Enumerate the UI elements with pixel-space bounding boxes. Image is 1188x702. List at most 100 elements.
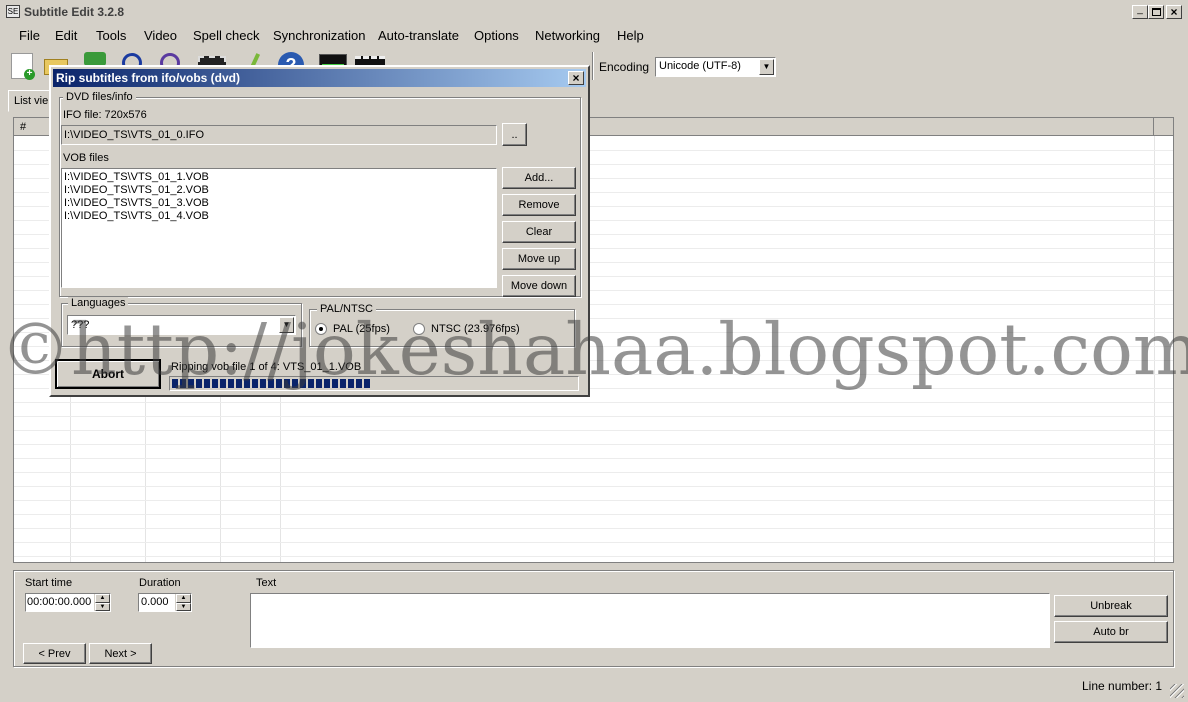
progress-segment (260, 379, 266, 388)
duration-spinner[interactable]: ▲ ▼ (175, 594, 191, 611)
progress-segment (204, 379, 210, 388)
duration-label: Duration (139, 577, 181, 589)
dialog-title-bar[interactable]: Rip subtitles from ifo/vobs (dvd) × (53, 69, 586, 87)
minimize-button[interactable]: _ (1132, 5, 1148, 19)
chevron-down-icon[interactable]: ▼ (279, 317, 294, 333)
browse-ifo-button[interactable]: .. (502, 123, 527, 146)
encoding-value: Unicode (UTF-8) (659, 60, 741, 72)
menu-bar: File Edit Tools Video Spell check Synchr… (0, 24, 1188, 46)
menu-spell-check[interactable]: Spell check (193, 28, 259, 43)
grid-row-line (14, 542, 1173, 543)
languages-dropdown[interactable]: ??? ▼ (67, 315, 296, 335)
resize-grip-icon[interactable] (1170, 684, 1184, 698)
progress-segment (252, 379, 258, 388)
unbreak-button[interactable]: Unbreak (1054, 595, 1168, 617)
prev-button[interactable]: < Prev (23, 643, 86, 664)
menu-synchronization[interactable]: Synchronization (273, 28, 366, 43)
progress-segment (236, 379, 242, 388)
vob-files-list[interactable]: I:\VIDEO_TS\VTS_01_1.VOB I:\VIDEO_TS\VTS… (61, 168, 497, 288)
tab-list-view-label: List vie (14, 95, 49, 107)
duration-value: 0.000 (141, 596, 169, 608)
ntsc-radio[interactable] (413, 323, 425, 335)
toolbar-separator (592, 52, 594, 80)
subtitle-text-area[interactable] (250, 593, 1050, 648)
app-icon: SE (6, 5, 20, 18)
progress-segment (284, 379, 290, 388)
remove-vob-button[interactable]: Remove (502, 194, 576, 216)
grid-row-line (14, 528, 1173, 529)
next-button[interactable]: Next > (89, 643, 152, 664)
clear-vob-button[interactable]: Clear (502, 221, 576, 243)
progress-segment (316, 379, 322, 388)
languages-group-label: Languages (68, 297, 129, 309)
new-file-icon[interactable]: + (8, 51, 38, 81)
window-title: Subtitle Edit 3.2.8 (24, 5, 125, 19)
pal-radio[interactable] (315, 323, 327, 335)
ifo-file-value: I:\VIDEO_TS\VTS_01_0.IFO (64, 129, 204, 141)
progress-segment (340, 379, 346, 388)
vob-files-label: VOB files (63, 152, 109, 164)
encoding-label: Encoding (599, 60, 650, 74)
maximize-button[interactable] (1148, 5, 1164, 19)
progress-segment (180, 379, 186, 388)
start-time-input[interactable]: 00:00:00.000 ▲ ▼ (25, 593, 111, 612)
progress-segment (356, 379, 362, 388)
progress-segment (364, 379, 370, 388)
dialog-close-button[interactable]: × (568, 71, 584, 85)
chevron-down-icon[interactable]: ▼ (759, 59, 774, 75)
maximize-icon (1152, 8, 1161, 16)
encoding-dropdown[interactable]: Unicode (UTF-8) ▼ (655, 57, 776, 77)
grid-column-number[interactable]: # (20, 121, 26, 133)
progress-segment (244, 379, 250, 388)
menu-help[interactable]: Help (617, 28, 644, 43)
vob-file-item[interactable]: I:\VIDEO_TS\VTS_01_3.VOB (64, 197, 209, 209)
rip-dialog: Rip subtitles from ifo/vobs (dvd) × DVD … (49, 65, 590, 397)
vob-file-item[interactable]: I:\VIDEO_TS\VTS_01_2.VOB (64, 184, 209, 196)
progress-segment (196, 379, 202, 388)
grid-row-line (14, 416, 1173, 417)
menu-video[interactable]: Video (144, 28, 177, 43)
grid-row-line (14, 500, 1173, 501)
progress-segment (300, 379, 306, 388)
grid-row-line (14, 486, 1173, 487)
progress-segment (292, 379, 298, 388)
tab-list-view[interactable]: List vie (8, 90, 50, 112)
start-time-label: Start time (25, 577, 73, 589)
abort-button[interactable]: Abort (55, 359, 161, 389)
rip-progress-bar (169, 376, 579, 391)
menu-auto-translate[interactable]: Auto-translate (378, 28, 459, 43)
duration-input[interactable]: 0.000 ▲ ▼ (138, 593, 192, 612)
add-vob-button[interactable]: Add... (502, 167, 576, 189)
progress-segment (324, 379, 330, 388)
grid-row-line (14, 402, 1173, 403)
grid-row-line (14, 556, 1173, 557)
ntsc-label[interactable]: NTSC (23.976fps) (431, 323, 520, 335)
menu-tools[interactable]: Tools (96, 28, 126, 43)
pal-label[interactable]: PAL (25fps) (333, 323, 390, 335)
progress-segment (332, 379, 338, 388)
progress-segment (220, 379, 226, 388)
menu-networking[interactable]: Networking (535, 28, 600, 43)
menu-file[interactable]: File (19, 28, 40, 43)
grid-row-line (14, 430, 1173, 431)
menu-edit[interactable]: Edit (55, 28, 77, 43)
progress-segment (212, 379, 218, 388)
start-time-spinner[interactable]: ▲ ▼ (94, 594, 110, 611)
move-down-button[interactable]: Move down (502, 275, 576, 297)
dialog-title: Rip subtitles from ifo/vobs (dvd) (56, 71, 241, 85)
move-up-button[interactable]: Move up (502, 248, 576, 270)
grid-row-line (14, 472, 1173, 473)
progress-segment (188, 379, 194, 388)
menu-options[interactable]: Options (474, 28, 519, 43)
close-window-button[interactable]: × (1166, 5, 1182, 19)
vob-file-item[interactable]: I:\VIDEO_TS\VTS_01_1.VOB (64, 171, 209, 183)
vob-file-item[interactable]: I:\VIDEO_TS\VTS_01_4.VOB (64, 210, 209, 222)
rip-status-text: Ripping vob file 1 of 4: VTS_01_1.VOB (171, 361, 362, 373)
window-title-bar[interactable]: SE Subtitle Edit 3.2.8 _ × (0, 0, 1188, 24)
grid-row-line (14, 458, 1173, 459)
progress-segment (276, 379, 282, 388)
auto-br-button[interactable]: Auto br (1054, 621, 1168, 643)
ifo-file-input[interactable]: I:\VIDEO_TS\VTS_01_0.IFO (61, 125, 497, 145)
progress-segment (228, 379, 234, 388)
progress-segment (268, 379, 274, 388)
